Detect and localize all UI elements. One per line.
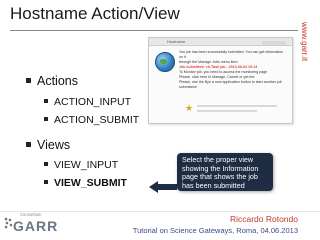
- bullet-label: VIEW_INPUT: [54, 159, 119, 171]
- author-name: Riccardo Rotondo: [229, 214, 298, 224]
- bullet-views: Views: [26, 138, 70, 152]
- side-url: www.garr.it: [300, 22, 309, 62]
- bullet-label: Actions: [37, 74, 78, 88]
- bullet-label: VIEW_SUBMIT: [54, 177, 127, 189]
- bullet-actions: Actions: [26, 74, 78, 88]
- slide-title: Hostname Action/View: [10, 4, 180, 23]
- bullet-label: ACTION_SUBMIT: [54, 114, 140, 126]
- logo-small-text: Consortium: [20, 212, 42, 217]
- star-icon: ★: [185, 103, 194, 113]
- bullet-icon: [44, 117, 48, 122]
- placeholder-line: [197, 110, 257, 112]
- bullet-icon: [26, 78, 31, 84]
- callout-arrow-icon: [149, 181, 177, 193]
- screenshot-line: You job has been successfully submitted.…: [179, 50, 284, 59]
- screenshot-badge: [262, 41, 286, 45]
- bullet-icon: [44, 162, 48, 167]
- bullet-action-input: ACTION_INPUT: [44, 96, 131, 108]
- bullet-icon: [44, 180, 48, 185]
- placeholder-line: [197, 105, 277, 107]
- bullet-view-submit: VIEW_SUBMIT: [44, 177, 127, 189]
- logo-dots-icon: [4, 217, 13, 229]
- bullet-icon: [26, 142, 31, 148]
- bullet-label: ACTION_INPUT: [54, 96, 132, 108]
- garr-logo: Consortium GARR: [4, 210, 59, 238]
- event-info: Tutorial on Science Gateways, Roma, 04.0…: [132, 226, 298, 235]
- bullet-label: Views: [37, 138, 71, 152]
- logo-main-text: GARR: [13, 218, 59, 234]
- screenshot-line: Please, use the Bye a new application bu…: [179, 80, 282, 89]
- globe-icon: [155, 52, 175, 72]
- bullet-action-submit: ACTION_SUBMIT: [44, 114, 139, 126]
- screenshot-body: You job has been successfully submitted.…: [179, 50, 285, 90]
- title-divider: [10, 30, 298, 31]
- callout-box: Select the proper view showing the Infor…: [177, 153, 273, 191]
- embedded-screenshot: Hostname You job has been successfully s…: [148, 37, 293, 124]
- bullet-view-input: VIEW_INPUT: [44, 159, 118, 171]
- bullet-icon: [44, 99, 48, 104]
